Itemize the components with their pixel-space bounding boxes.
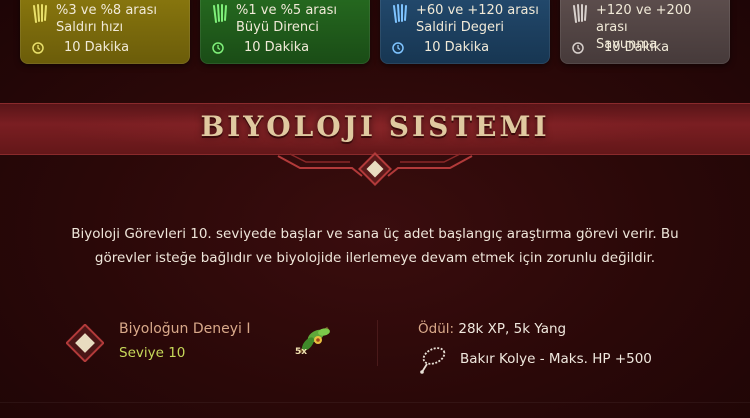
buff-card-attack-speed: %3 ve %8 arası Saldırı hızı 10 Dakika [20,0,190,64]
clock-icon [212,41,224,54]
necklace-icon [420,347,446,374]
reward-value: 28k XP, 5k Yang [458,321,567,337]
clock-icon [392,41,404,54]
description-line: görevler isteğe bağlıdır ve biyolojide i… [94,250,656,266]
buff-duration: 10 Dakika [64,40,130,55]
claw-icon [573,4,587,23]
buff-duration: 10 Dakika [604,40,670,55]
claw-icon [213,4,227,23]
quest-title: Biyoloğun Deneyi I [119,321,251,337]
claw-icon [33,4,47,23]
buff-duration: 10 Dakika [244,40,310,55]
divider [0,402,750,403]
claw-icon [393,4,407,23]
buff-stat: Saldiri Degeri [416,20,504,35]
buff-value: +60 ve +120 arası [416,3,539,18]
description-text: Biyoloji Görevleri 10. seviyede başlar v… [60,222,690,270]
quest-diamond-icon [66,324,104,362]
buff-duration: 10 Dakika [424,40,490,55]
buff-value: +120 ve +200 arası [596,3,692,35]
buff-stat: Saldırı hızı [56,20,124,35]
item-count: 5x [295,347,308,357]
clock-icon [572,41,584,54]
buff-stat: Büyü Direnci [236,20,319,35]
banner-ornament [277,152,473,186]
buff-value: %3 ve %8 arası [56,3,157,18]
buff-value: %1 ve %5 arası [236,3,337,18]
divider [377,320,378,366]
reward-key: Ödül: [418,321,455,337]
buff-card-magic-resistance: %1 ve %5 arası Büyü Direnci 10 Dakika [200,0,370,64]
quest-level: Seviye 10 [119,345,186,361]
buff-card-defense: +120 ve +200 arası Savunma 10 Dakika [560,0,730,64]
reward-item: Bakır Kolye - Maks. HP +500 [460,351,652,367]
reward-label: Ödül: 28k XP, 5k Yang [418,321,566,337]
section-title: BIYOLOJI SISTEMI [200,110,550,143]
description-line: Biyoloji Görevleri 10. seviyede başlar v… [71,226,679,242]
clock-icon [32,41,44,54]
buff-card-attack-value: +60 ve +120 arası Saldiri Degeri 10 Daki… [380,0,550,64]
